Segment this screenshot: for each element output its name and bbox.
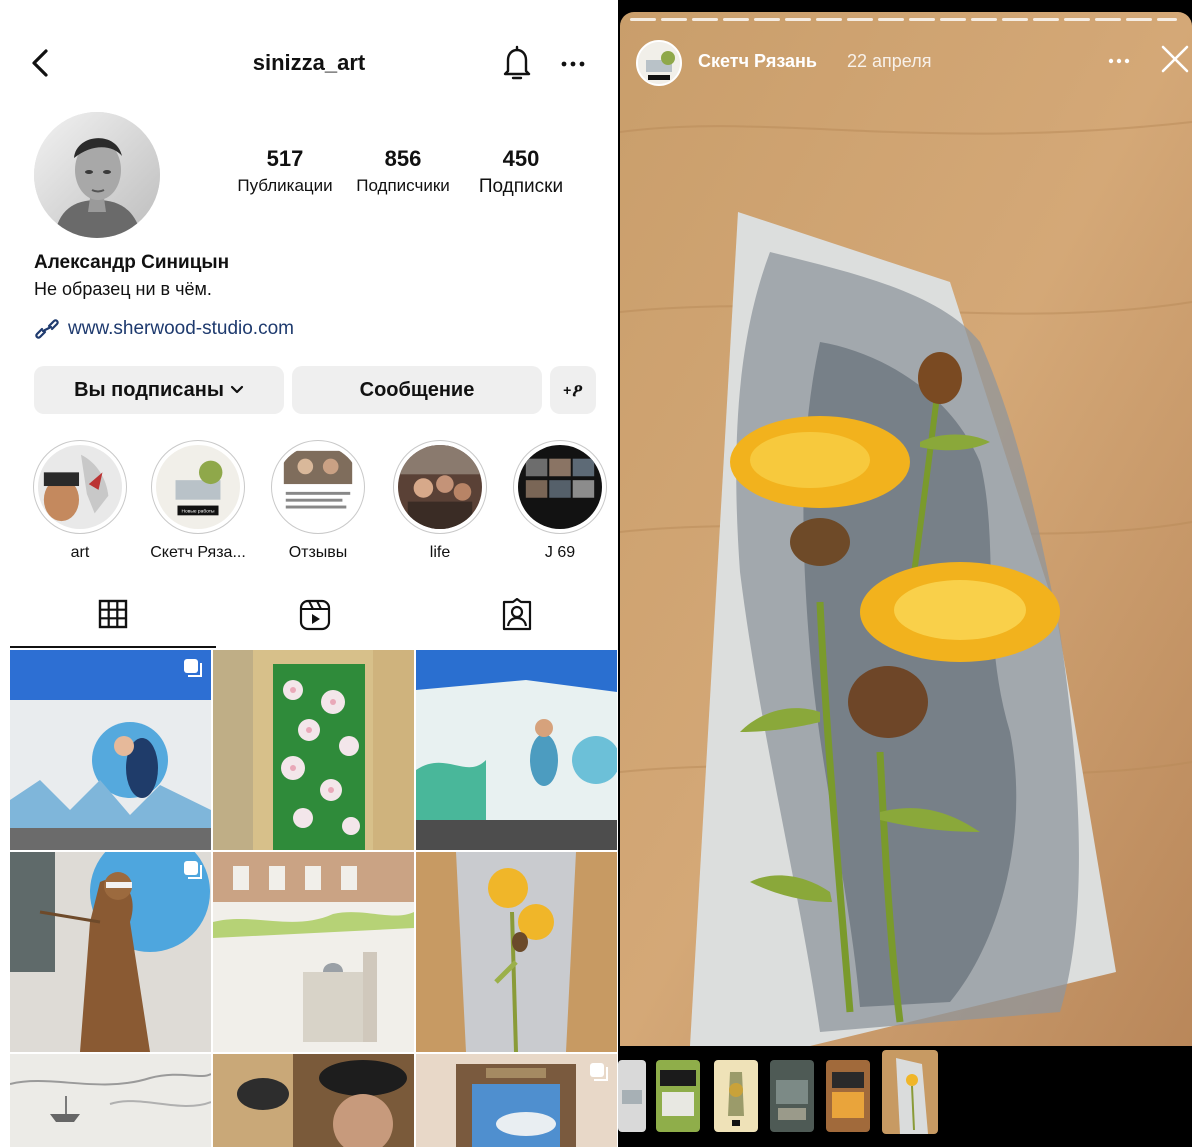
stat-followers-value: 856 bbox=[384, 146, 422, 171]
website-text: www.sherwood-studio.com bbox=[68, 318, 294, 339]
story-thumbnail[interactable] bbox=[714, 1060, 758, 1132]
highlight-life-label: life bbox=[429, 544, 451, 561]
reels-icon bbox=[299, 599, 331, 631]
following-button[interactable]: Вы подписаны bbox=[34, 366, 284, 414]
stat-posts[interactable]: 517 Публикации bbox=[230, 146, 340, 196]
story-thumbnail-active[interactable] bbox=[882, 1050, 938, 1134]
add-user-button[interactable]: + ዖ bbox=[550, 366, 596, 414]
highlight-art[interactable]: art bbox=[30, 440, 130, 562]
story-author-name[interactable]: Скетч Рязань bbox=[698, 51, 817, 72]
story-highlights: art Новые работы Скетч Ряза... Отзывы li… bbox=[0, 440, 618, 562]
story-thumbnail[interactable] bbox=[618, 1060, 646, 1132]
profile-tabs bbox=[0, 592, 618, 648]
grid-icon bbox=[98, 599, 128, 629]
post-thumbnail[interactable] bbox=[213, 1054, 414, 1147]
highlight-life-thumbnail bbox=[398, 445, 482, 529]
add-user-icon: ዖ bbox=[572, 379, 583, 401]
story-thumbnail-strip bbox=[618, 1046, 1192, 1147]
stat-followers-label: Подписчики bbox=[356, 176, 450, 195]
multiple-photos-icon bbox=[184, 659, 202, 677]
tab-reels[interactable] bbox=[212, 592, 418, 648]
stat-followers[interactable]: 856 Подписчики bbox=[348, 146, 458, 196]
story-thumbnail[interactable] bbox=[656, 1060, 700, 1132]
tab-tagged[interactable] bbox=[414, 592, 618, 648]
tab-posts-grid[interactable] bbox=[10, 592, 216, 648]
stat-following-value: 450 bbox=[502, 146, 540, 171]
profile-action-buttons: Вы подписаны Сообщение + ዖ bbox=[34, 366, 596, 414]
highlight-reviews-label: Отзывы bbox=[288, 544, 348, 561]
highlight-sketch-ryazan[interactable]: Новые работы Скетч Ряза... bbox=[148, 440, 248, 562]
more-options-icon[interactable] bbox=[556, 44, 590, 82]
close-icon[interactable] bbox=[1158, 42, 1192, 76]
stat-following-label: Подписки bbox=[478, 176, 564, 197]
highlight-sketch-ryazan-label: Скетч Ряза... bbox=[150, 544, 246, 561]
post-thumbnail[interactable] bbox=[416, 650, 617, 850]
highlight-reviews[interactable]: Отзывы bbox=[268, 440, 368, 562]
stat-following[interactable]: 450 Подписки bbox=[466, 146, 576, 198]
message-button-label: Сообщение bbox=[359, 378, 475, 401]
post-thumbnail[interactable] bbox=[213, 650, 414, 850]
message-button[interactable]: Сообщение bbox=[292, 366, 542, 414]
add-user-plus-text: + bbox=[563, 382, 572, 398]
chevron-down-icon bbox=[230, 385, 244, 394]
story-date: 22 апреля bbox=[847, 51, 932, 71]
highlight-j69-thumbnail bbox=[518, 445, 602, 529]
highlight-reviews-thumbnail bbox=[276, 445, 360, 529]
profile-full-name: Александр Синицын bbox=[34, 252, 230, 273]
highlight-j69[interactable]: J 69 bbox=[510, 440, 610, 562]
highlight-sticker-text: Новые работы bbox=[182, 508, 215, 514]
highlight-life[interactable]: life bbox=[390, 440, 490, 562]
post-thumbnail[interactable] bbox=[416, 852, 617, 1052]
post-thumbnail[interactable] bbox=[10, 852, 211, 1052]
profile-screen: sinizza_art 517 Публикации 856 Подписчик… bbox=[0, 0, 618, 1147]
story-thumbnail[interactable] bbox=[770, 1060, 814, 1132]
story-thumbnail[interactable] bbox=[826, 1060, 870, 1132]
profile-website-link[interactable]: www.sherwood-studio.com bbox=[34, 318, 294, 340]
highlight-art-label: art bbox=[70, 544, 90, 561]
following-button-label: Вы подписаны bbox=[74, 378, 224, 401]
highlight-sketch-ryazan-thumbnail: Новые работы bbox=[156, 445, 240, 529]
story-author-avatar[interactable] bbox=[636, 40, 682, 86]
profile-header: sinizza_art bbox=[0, 38, 618, 88]
multiple-photos-icon bbox=[590, 1063, 608, 1081]
profile-bio: Не образец ни в чём. bbox=[34, 279, 212, 299]
highlight-j69-label: J 69 bbox=[544, 544, 576, 561]
story-progress-bar bbox=[630, 18, 1190, 21]
link-icon bbox=[35, 319, 59, 339]
bell-icon[interactable] bbox=[500, 44, 534, 82]
post-thumbnail[interactable] bbox=[10, 1054, 211, 1147]
stat-posts-value: 517 bbox=[266, 146, 304, 171]
stat-posts-label: Публикации bbox=[237, 176, 333, 195]
more-options-icon[interactable] bbox=[1104, 46, 1134, 76]
profile-avatar[interactable] bbox=[34, 112, 160, 238]
story-image[interactable] bbox=[620, 12, 1192, 1046]
posts-grid bbox=[10, 650, 618, 1147]
multiple-photos-icon bbox=[184, 861, 202, 879]
profile-stats: 517 Публикации 856 Подписчики 450 Подпис… bbox=[228, 146, 578, 206]
post-thumbnail[interactable] bbox=[213, 852, 414, 1052]
highlight-art-thumbnail bbox=[38, 445, 122, 529]
story-viewer: Скетч Рязань 22 апреля bbox=[618, 0, 1192, 1147]
post-thumbnail[interactable] bbox=[10, 650, 211, 850]
tagged-user-icon bbox=[502, 598, 532, 631]
post-thumbnail[interactable] bbox=[416, 1054, 617, 1147]
